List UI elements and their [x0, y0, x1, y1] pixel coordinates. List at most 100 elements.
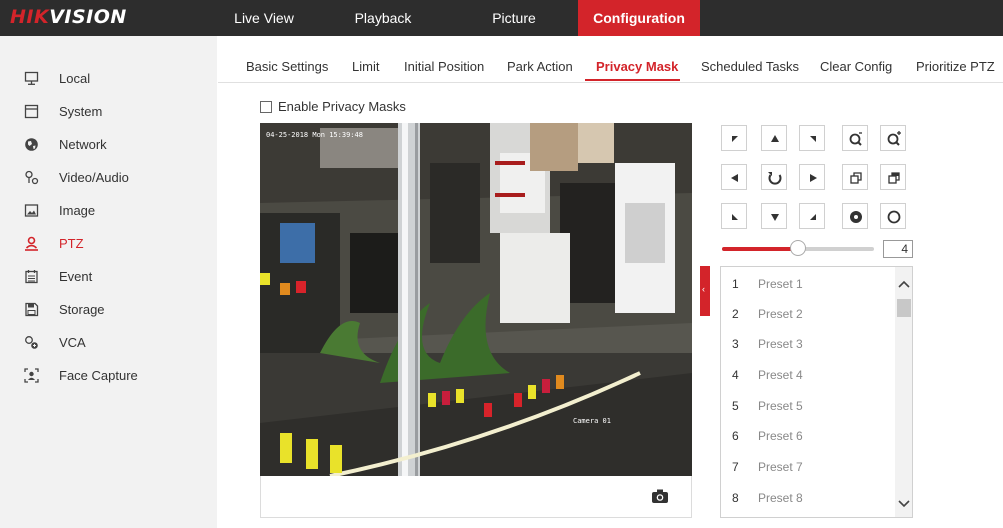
sidebar-item-label: Event [59, 269, 93, 284]
focus-near-button[interactable] [842, 164, 868, 190]
tab-privacy-mask[interactable]: Privacy Mask [596, 52, 678, 82]
ptz-user-icon [25, 236, 38, 251]
sidebar-item-storage[interactable]: Storage [0, 293, 217, 326]
active-tab-underline [585, 79, 680, 81]
iris-open-icon [850, 211, 862, 223]
pan-down-right-button[interactable] [799, 203, 825, 229]
hikvision-logo: HIKVISION [10, 6, 127, 28]
preset-name: Preset 2 [758, 307, 803, 321]
nav-configuration[interactable]: Configuration [578, 0, 700, 36]
nav-live-view[interactable]: Live View [222, 0, 306, 36]
sidebar-item-image[interactable]: Image [0, 194, 217, 227]
sidebar-item-label: VCA [59, 335, 86, 350]
preset-name: Preset 6 [758, 429, 803, 443]
sidebar-item-vca[interactable]: VCA [0, 326, 217, 359]
preset-scrollbar-thumb[interactable] [897, 299, 911, 317]
preset-number: 2 [732, 307, 739, 321]
sidebar-item-label: Image [59, 203, 96, 218]
tab-scheduled-tasks[interactable]: Scheduled Tasks [701, 52, 799, 82]
sidebar-item-label: Face Capture [59, 368, 138, 383]
face-capture-icon [24, 368, 39, 383]
image-icon [24, 204, 39, 217]
pan-up-right-button[interactable] [799, 125, 825, 151]
sidebar-item-label: PTZ [59, 236, 84, 251]
iris-close-icon [887, 210, 901, 224]
tab-prioritize-ptz[interactable]: Prioritize PTZ [916, 52, 995, 82]
pan-up-button[interactable] [761, 125, 787, 151]
tab-park-action[interactable]: Park Action [507, 52, 573, 82]
preset-name: Preset 7 [758, 460, 803, 474]
globe-icon [25, 138, 38, 151]
zoom-in-icon [849, 132, 862, 146]
tab-clear-config[interactable]: Clear Config [820, 52, 892, 82]
camera-scene [260, 123, 692, 476]
ptz-speed-slider-thumb[interactable] [790, 240, 806, 256]
sidebar-item-ptz[interactable]: PTZ [0, 227, 217, 260]
sidebar-item-label: Network [59, 137, 107, 152]
sidebar-item-local[interactable]: Local [0, 62, 217, 95]
pan-left-button[interactable] [721, 164, 747, 190]
arrow-down-left-icon [732, 214, 738, 220]
nav-playback[interactable]: Playback [343, 0, 423, 36]
enable-privacy-masks-label[interactable]: Enable Privacy Masks [278, 99, 406, 114]
preset-name: Preset 1 [758, 277, 803, 291]
preset-item[interactable]: 2 Preset 2 [721, 299, 894, 329]
top-nav-bar: HIKVISION Live View Playback Picture Con… [0, 0, 1003, 36]
vca-icon [25, 336, 38, 349]
storage-icon [25, 302, 39, 317]
video-audio-icon [25, 170, 39, 185]
pan-down-button[interactable] [761, 203, 787, 229]
preset-item[interactable]: 3 Preset 3 [721, 329, 894, 359]
sidebar-item-network[interactable]: Network [0, 128, 217, 161]
chevron-up-icon[interactable] [895, 275, 913, 295]
arrow-up-right-icon [810, 136, 816, 142]
zoom-in-button[interactable] [842, 125, 868, 151]
arrow-down-right-icon [810, 214, 816, 220]
enable-privacy-masks-checkbox[interactable] [260, 101, 272, 113]
preset-list: 1 Preset 1 2 Preset 2 3 Preset 3 4 Prese… [720, 266, 913, 518]
preset-item[interactable]: 4 Preset 4 [721, 360, 894, 390]
auto-rotate-button[interactable] [761, 164, 787, 190]
sidebar-item-face-capture[interactable]: Face Capture [0, 359, 217, 392]
chevron-left-icon: ‹ [702, 284, 705, 294]
preset-name: Preset 4 [758, 368, 803, 382]
preset-item[interactable]: 5 Preset 5 [721, 391, 894, 421]
chevron-down-icon[interactable] [895, 493, 913, 513]
ptz-speed-value[interactable]: 4 [883, 240, 913, 258]
sidebar-item-label: Local [59, 71, 91, 86]
zoom-out-button[interactable] [880, 125, 906, 151]
iris-close-button[interactable] [880, 203, 906, 229]
preset-name: Preset 5 [758, 399, 803, 413]
preset-item[interactable]: 1 Preset 1 [721, 269, 894, 299]
arrow-up-left-icon [732, 136, 738, 142]
tab-limit[interactable]: Limit [352, 52, 379, 82]
tab-basic-settings[interactable]: Basic Settings [246, 52, 328, 82]
pan-up-left-button[interactable] [721, 125, 747, 151]
nav-picture[interactable]: Picture [480, 0, 548, 36]
tab-divider [218, 82, 1003, 83]
sidebar-item-label: System [59, 104, 103, 119]
preset-item[interactable]: 6 Preset 6 [721, 421, 894, 451]
pan-right-button[interactable] [799, 164, 825, 190]
zoom-out-icon [887, 131, 901, 146]
focus-far-button[interactable] [880, 164, 906, 190]
sidebar-item-event[interactable]: Event [0, 260, 217, 293]
capture-camera-icon[interactable] [651, 488, 669, 504]
sidebar-item-video-audio[interactable]: Video/Audio [0, 161, 217, 194]
arrow-left-icon [731, 174, 738, 182]
preset-number: 6 [732, 429, 739, 443]
arrow-up-icon [771, 135, 779, 142]
ptz-panel-collapse-handle[interactable]: ‹ [700, 266, 710, 316]
preset-scrollbar[interactable] [895, 267, 913, 517]
event-calendar-icon [25, 270, 38, 284]
pan-down-left-button[interactable] [721, 203, 747, 229]
preset-item[interactable]: 8 Preset 8 [721, 483, 894, 513]
arrow-down-icon [771, 214, 779, 221]
sidebar-item-system[interactable]: System [0, 95, 217, 128]
arrow-right-icon [810, 174, 817, 182]
preset-number: 3 [732, 337, 739, 351]
iris-open-button[interactable] [842, 203, 868, 229]
preset-item[interactable]: 7 Preset 7 [721, 452, 894, 482]
tab-initial-position[interactable]: Initial Position [404, 52, 484, 82]
live-video-view[interactable]: 04-25-2018 Mon 15:39:48 Camera 01 [260, 123, 692, 476]
